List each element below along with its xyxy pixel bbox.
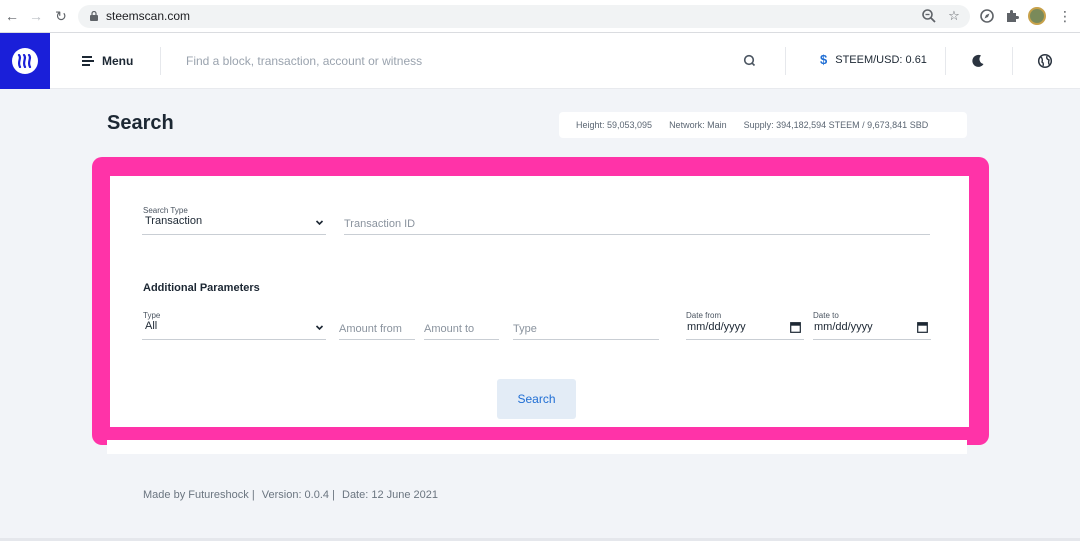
date-from-label: Date from <box>686 311 722 320</box>
global-search-input[interactable] <box>186 49 726 73</box>
type-label: Type <box>143 311 161 320</box>
moon-icon[interactable] <box>970 53 986 69</box>
profile-avatar-icon[interactable] <box>1028 7 1046 25</box>
amount-to-input[interactable] <box>424 318 499 339</box>
menu-button[interactable]: Menu <box>82 52 133 70</box>
steem-logo-icon <box>17 54 32 68</box>
search-type-value: Transaction <box>145 215 203 227</box>
chevron-down-icon <box>315 325 324 331</box>
price-label: STEEM/USD: 0.61 <box>835 53 927 66</box>
footer: Made by Futureshock | Version: 0.0.4 | D… <box>143 489 442 501</box>
date-to-input[interactable]: mm/dd/yyyy <box>813 320 931 340</box>
lock-icon <box>90 11 98 21</box>
divider <box>785 47 786 75</box>
url-text: steemscan.com <box>106 9 191 23</box>
date-from-value: mm/dd/yyyy <box>687 321 746 333</box>
date-from-input[interactable]: mm/dd/yyyy <box>686 320 804 340</box>
search-type-label: Search Type <box>143 206 188 215</box>
menu-label: Menu <box>102 54 134 68</box>
footer-date: Date: 12 June 2021 <box>342 489 439 501</box>
puzzle-icon[interactable] <box>1004 8 1020 24</box>
globe-icon[interactable] <box>1037 53 1053 69</box>
chevron-down-icon <box>315 220 324 226</box>
card-shadow <box>107 440 967 454</box>
date-to-value: mm/dd/yyyy <box>814 321 873 333</box>
type-value: All <box>145 320 158 332</box>
divider <box>1012 47 1013 75</box>
token-supply: Supply: 394,182,594 STEEM / 9,673,841 SB… <box>743 120 929 130</box>
calendar-icon[interactable] <box>790 321 801 333</box>
page-title: Search <box>107 112 174 134</box>
app-header: Menu $ STEEM/USD: 0.61 <box>0 33 1080 89</box>
star-icon[interactable]: ☆ <box>946 8 962 24</box>
reload-icon[interactable]: ↻ <box>53 8 69 24</box>
more-options-icon[interactable]: ⋮ <box>1058 8 1072 24</box>
operation-type-input[interactable] <box>513 318 659 339</box>
block-height: Height: 59,053,095 <box>576 120 653 130</box>
footer-version: Version: 0.0.4 | <box>261 489 335 501</box>
footer-made-by: Made by Futureshock | <box>143 489 255 501</box>
divider <box>160 47 161 75</box>
hamburger-icon <box>82 56 94 66</box>
extension-compass-icon[interactable] <box>979 8 995 24</box>
forward-arrow-icon[interactable]: → <box>28 8 44 24</box>
amount-to-field[interactable] <box>424 318 499 340</box>
amount-from-field[interactable] <box>339 318 415 340</box>
price-ticker: $ STEEM/USD: 0.61 <box>820 52 927 67</box>
network-name: Network: Main <box>669 120 727 130</box>
calendar-icon[interactable] <box>917 321 928 333</box>
transaction-id-input[interactable] <box>344 213 930 234</box>
search-icon[interactable] <box>743 54 756 67</box>
address-bar[interactable]: steemscan.com <box>78 5 970 28</box>
dollar-icon: $ <box>820 52 828 67</box>
operation-type-field[interactable] <box>513 318 659 340</box>
zoom-icon[interactable] <box>921 8 937 24</box>
date-to-label: Date to <box>813 311 839 320</box>
chain-stats-bar: Height: 59,053,095 Network: Main Supply:… <box>559 112 967 138</box>
divider <box>945 47 946 75</box>
steem-logo[interactable] <box>0 33 50 89</box>
search-type-select[interactable]: Transaction <box>142 215 326 235</box>
transaction-id-field[interactable] <box>344 213 930 235</box>
back-arrow-icon[interactable]: ← <box>4 8 20 24</box>
browser-toolbar: ← → ↻ steemscan.com ☆ ⋮ <box>0 0 1080 33</box>
search-button[interactable]: Search <box>497 379 576 419</box>
additional-parameters-title: Additional Parameters <box>143 282 260 294</box>
amount-from-input[interactable] <box>339 318 415 339</box>
type-select[interactable]: All <box>142 320 326 340</box>
